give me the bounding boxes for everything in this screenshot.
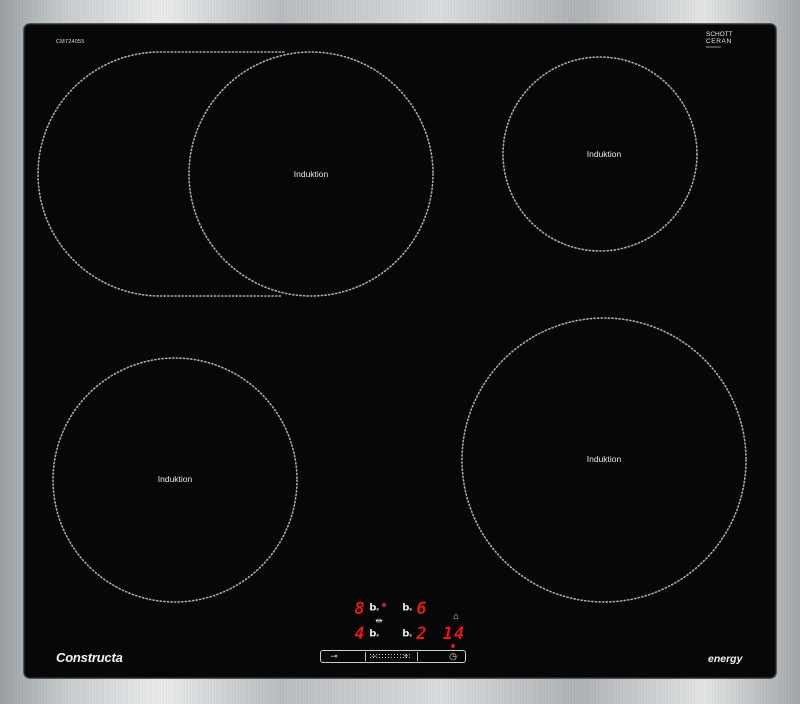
cooking-zones bbox=[37, 51, 747, 603]
divider bbox=[365, 652, 366, 661]
zone-bottom-right-boost-button[interactable]: bs bbox=[402, 629, 412, 640]
timer-indicator-dot bbox=[451, 644, 455, 648]
zone-label: Induktion bbox=[157, 474, 193, 484]
energy-label: energy bbox=[708, 653, 743, 665]
stainless-steel-frame: CM724055 SCHOTT CERAN 000000000 Induktio… bbox=[0, 0, 800, 704]
zone-bottom-left-boost-button[interactable]: bs bbox=[369, 629, 379, 640]
flex-zone-outline[interactable] bbox=[37, 51, 285, 297]
plus-icon[interactable]: + bbox=[399, 652, 413, 661]
ceramic-glass-cooktop: CM724055 SCHOTT CERAN 000000000 Induktio… bbox=[24, 24, 776, 678]
active-indicator-dot bbox=[382, 603, 386, 607]
zone-top-left-power-display[interactable]: 8 bbox=[354, 599, 365, 619]
bell-icon[interactable]: ⌂ bbox=[453, 611, 458, 621]
clock-icon[interactable]: ◷ bbox=[446, 652, 460, 661]
divider bbox=[417, 652, 418, 661]
zone-top-left-boost-button[interactable]: bs bbox=[369, 603, 379, 614]
zone-label: Induktion bbox=[586, 149, 622, 159]
zone-label: Induktion bbox=[586, 454, 622, 464]
zone-bottom-right-power-display[interactable]: 2 bbox=[416, 624, 427, 644]
zone-bottom-left-power-display[interactable]: 4 bbox=[354, 624, 365, 644]
key-lock-icon[interactable]: ⊸ bbox=[325, 652, 343, 661]
control-slider-bar: ⊸ − + ◷ bbox=[320, 650, 466, 663]
timer-display[interactable]: 14 bbox=[443, 624, 465, 644]
zone-label: Induktion bbox=[293, 169, 329, 179]
flex-link-icon[interactable]: ⇹ bbox=[375, 616, 383, 627]
zone-top-right-power-display[interactable]: 6 bbox=[416, 599, 427, 619]
zone-top-right-boost-button[interactable]: bs bbox=[402, 603, 412, 614]
brand-logo: Constructa bbox=[56, 650, 123, 665]
